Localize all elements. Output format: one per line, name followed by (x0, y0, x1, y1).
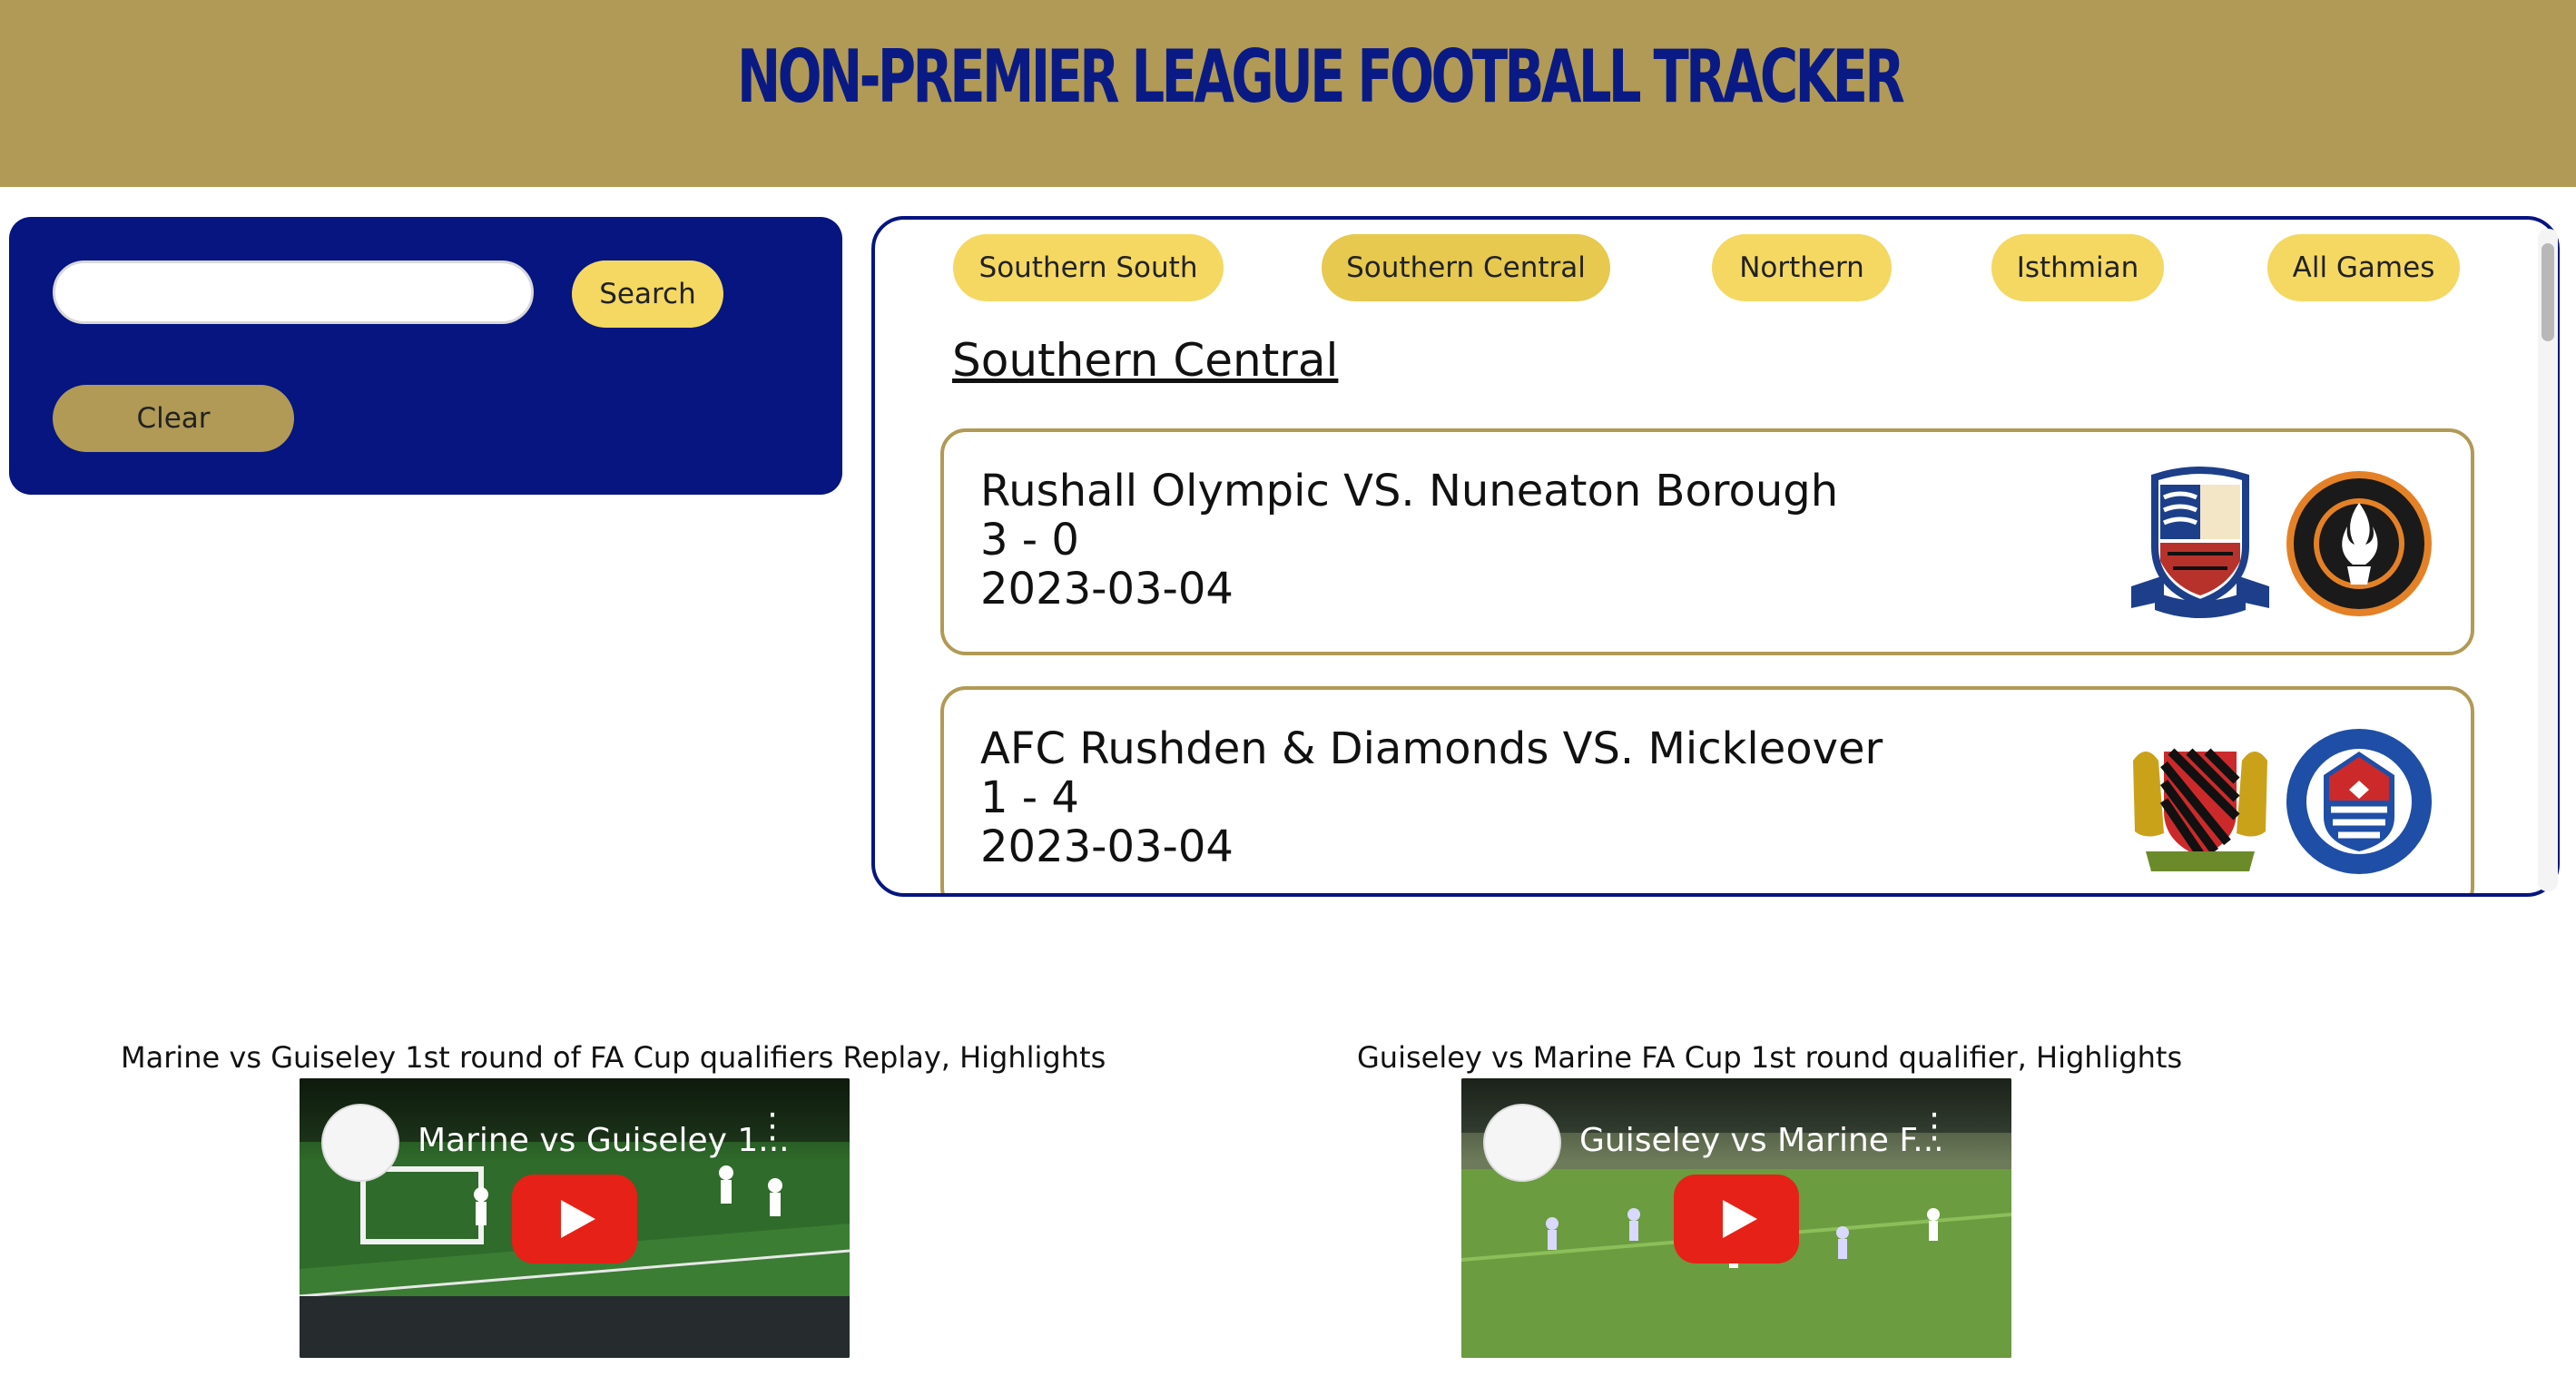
video-player[interactable]: Guiseley vs Marine F... ⋮ (1461, 1078, 2011, 1358)
game-score: 1 - 4 (980, 772, 1079, 823)
tab-southern-central[interactable]: Southern Central (1322, 234, 1610, 301)
channel-avatar[interactable] (1483, 1104, 1561, 1182)
mickleover-crest-icon (2133, 748, 2267, 871)
game-date: 2023-03-04 (980, 821, 1234, 872)
page-title: NON-PREMIER LEAGUE FOOTBALL TRACKER (737, 34, 1905, 119)
tab-southern-south[interactable]: Southern South (953, 234, 1224, 301)
search-panel: Search Clear (9, 217, 842, 495)
game-teams: Rushall Olympic VS. Nuneaton Borough (980, 466, 1839, 516)
team-logos (2128, 724, 2436, 879)
play-icon[interactable] (1674, 1175, 1799, 1263)
more-options-icon[interactable]: ⋮ (755, 1108, 790, 1143)
games-scrollbar[interactable] (2538, 229, 2558, 891)
video-title: Guiseley vs Marine FA Cup 1st round qual… (1357, 1040, 2183, 1075)
game-card[interactable]: Rushall Olympic VS. Nuneaton Borough 3 -… (940, 428, 2474, 655)
game-card[interactable]: AFC Rushden & Diamonds VS. Mickleover 1 … (940, 686, 2474, 893)
video-player[interactable]: Marine vs Guiseley 1... ⋮ (300, 1078, 850, 1358)
game-teams: AFC Rushden & Diamonds VS. Mickleover (980, 723, 1883, 774)
tab-isthmian[interactable]: Isthmian (1991, 234, 2164, 301)
afc-rushden-diamonds-crest-icon (2286, 729, 2432, 874)
page-header: NON-PREMIER LEAGUE FOOTBALL TRACKER (0, 0, 2576, 187)
scrollbar-thumb[interactable] (2542, 243, 2554, 341)
team-logos (2128, 467, 2436, 621)
more-options-icon[interactable]: ⋮ (1917, 1108, 1952, 1143)
game-date: 2023-03-04 (980, 564, 1234, 614)
video-overlay-title[interactable]: Marine vs Guiseley 1... (418, 1122, 790, 1159)
play-icon[interactable] (512, 1175, 637, 1263)
section-title: Southern Central (952, 334, 1339, 387)
game-score: 3 - 0 (980, 515, 1079, 565)
clear-button[interactable]: Clear (53, 385, 294, 452)
tab-northern[interactable]: Northern (1712, 234, 1892, 301)
rushall-olympic-crest-icon (2286, 471, 2432, 616)
games-panel: Southern South Southern Central Northern… (871, 216, 2560, 897)
game-details: Rushall Olympic VS. Nuneaton Borough 3 -… (980, 467, 1838, 614)
game-details: AFC Rushden & Diamonds VS. Mickleover 1 … (980, 724, 1883, 871)
video-title: Marine vs Guiseley 1st round of FA Cup q… (121, 1040, 1106, 1075)
video-overlay-title[interactable]: Guiseley vs Marine F... (1579, 1122, 1944, 1159)
tab-all-games[interactable]: All Games (2267, 234, 2460, 301)
nuneaton-borough-crest-icon (2131, 467, 2269, 618)
search-input[interactable] (53, 261, 534, 324)
channel-avatar[interactable] (321, 1104, 399, 1182)
search-button[interactable]: Search (572, 261, 723, 328)
